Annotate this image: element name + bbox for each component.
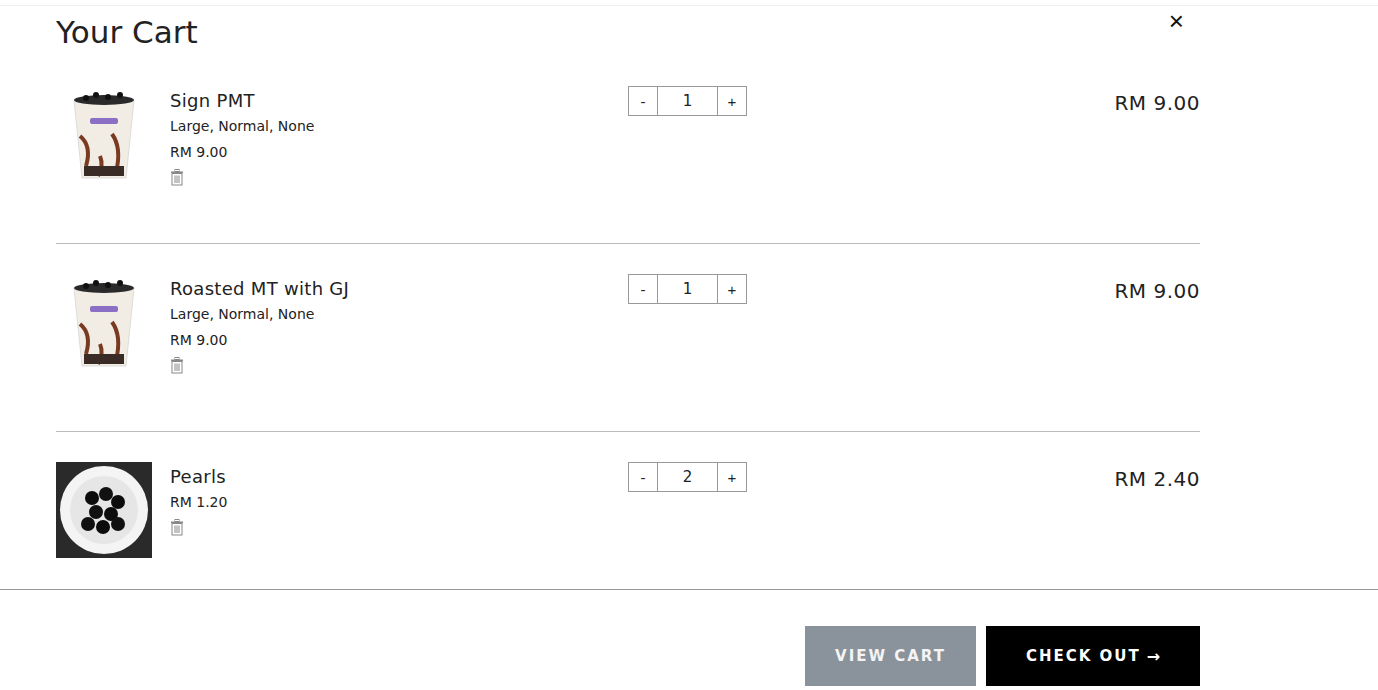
item-name: Roasted MT with GJ — [170, 278, 628, 300]
item-unit-price: RM 1.20 — [170, 493, 628, 511]
item-name: Pearls — [170, 466, 628, 488]
quantity-input[interactable]: 2 — [658, 462, 717, 492]
item-unit-price: RM 9.00 — [170, 143, 628, 161]
decrement-button[interactable]: - — [628, 462, 658, 492]
cart-header: Your Cart × — [0, 6, 1378, 56]
decrement-button[interactable]: - — [628, 274, 658, 304]
increment-button[interactable]: + — [717, 86, 747, 116]
decrement-button[interactable]: - — [628, 86, 658, 116]
cart-item: Sign PMTLarge, Normal, NoneRM 9.00-1+RM … — [56, 56, 1200, 244]
increment-button[interactable]: + — [717, 274, 747, 304]
view-cart-button[interactable]: VIEW CART — [805, 626, 976, 686]
check-out-button[interactable]: CHECK OUT → — [986, 626, 1200, 686]
close-button[interactable]: × — [1169, 8, 1184, 34]
cart-page: Your Cart × Sign PMT Large, Normal, None RM … — [0, 0, 1378, 690]
drink-cup-icon — [56, 274, 152, 370]
delete-button[interactable] — [170, 519, 184, 539]
item-info: Roasted MT with GJ Large, Normal, None RM … — [170, 274, 628, 377]
item-total: RM 2.40 — [747, 462, 1200, 496]
trash-icon — [170, 357, 184, 374]
delete-button[interactable] — [170, 169, 184, 189]
product-image — [56, 462, 152, 558]
item-info: Pearls RM 1.20 — [170, 462, 628, 539]
top-divider — [0, 0, 1378, 6]
item-options: Large, Normal, None — [170, 117, 628, 135]
quantity-input[interactable]: 1 — [658, 274, 717, 304]
increment-button[interactable]: + — [717, 462, 747, 492]
product-image — [56, 86, 152, 182]
item-options: Large, Normal, None — [170, 305, 628, 323]
arrow-icon: → — [1147, 647, 1160, 666]
quantity-control: -1+ — [628, 86, 747, 116]
trash-icon — [170, 169, 184, 186]
item-name: Sign PMT — [170, 90, 628, 112]
quantity-input[interactable]: 1 — [658, 86, 717, 116]
drink-cup-icon — [56, 86, 152, 182]
product-image — [56, 274, 152, 370]
quantity-control: -2+ — [628, 462, 747, 492]
item-info: Sign PMT Large, Normal, None RM 9.00 — [170, 86, 628, 189]
item-unit-price: RM 9.00 — [170, 331, 628, 349]
cart-list: Sign PMTLarge, Normal, NoneRM 9.00-1+RM … — [56, 56, 1200, 589]
trash-icon — [170, 519, 184, 536]
cart-title: Your Cart — [56, 12, 198, 52]
check-out-label: CHECK OUT — [1026, 647, 1141, 665]
item-total: RM 9.00 — [747, 86, 1200, 120]
cart-item: Roasted MT with GJ Large, Normal, None RM … — [56, 244, 1200, 432]
quantity-control: -1+ — [628, 274, 747, 304]
delete-button[interactable] — [170, 357, 184, 377]
cart-item: Pearls RM 1.20-2+RM 2.40 — [56, 432, 1200, 589]
item-total: RM 9.00 — [747, 274, 1200, 308]
cart-footer: VIEW CART CHECK OUT → — [0, 589, 1378, 686]
pearls-bowl-icon — [56, 462, 152, 558]
